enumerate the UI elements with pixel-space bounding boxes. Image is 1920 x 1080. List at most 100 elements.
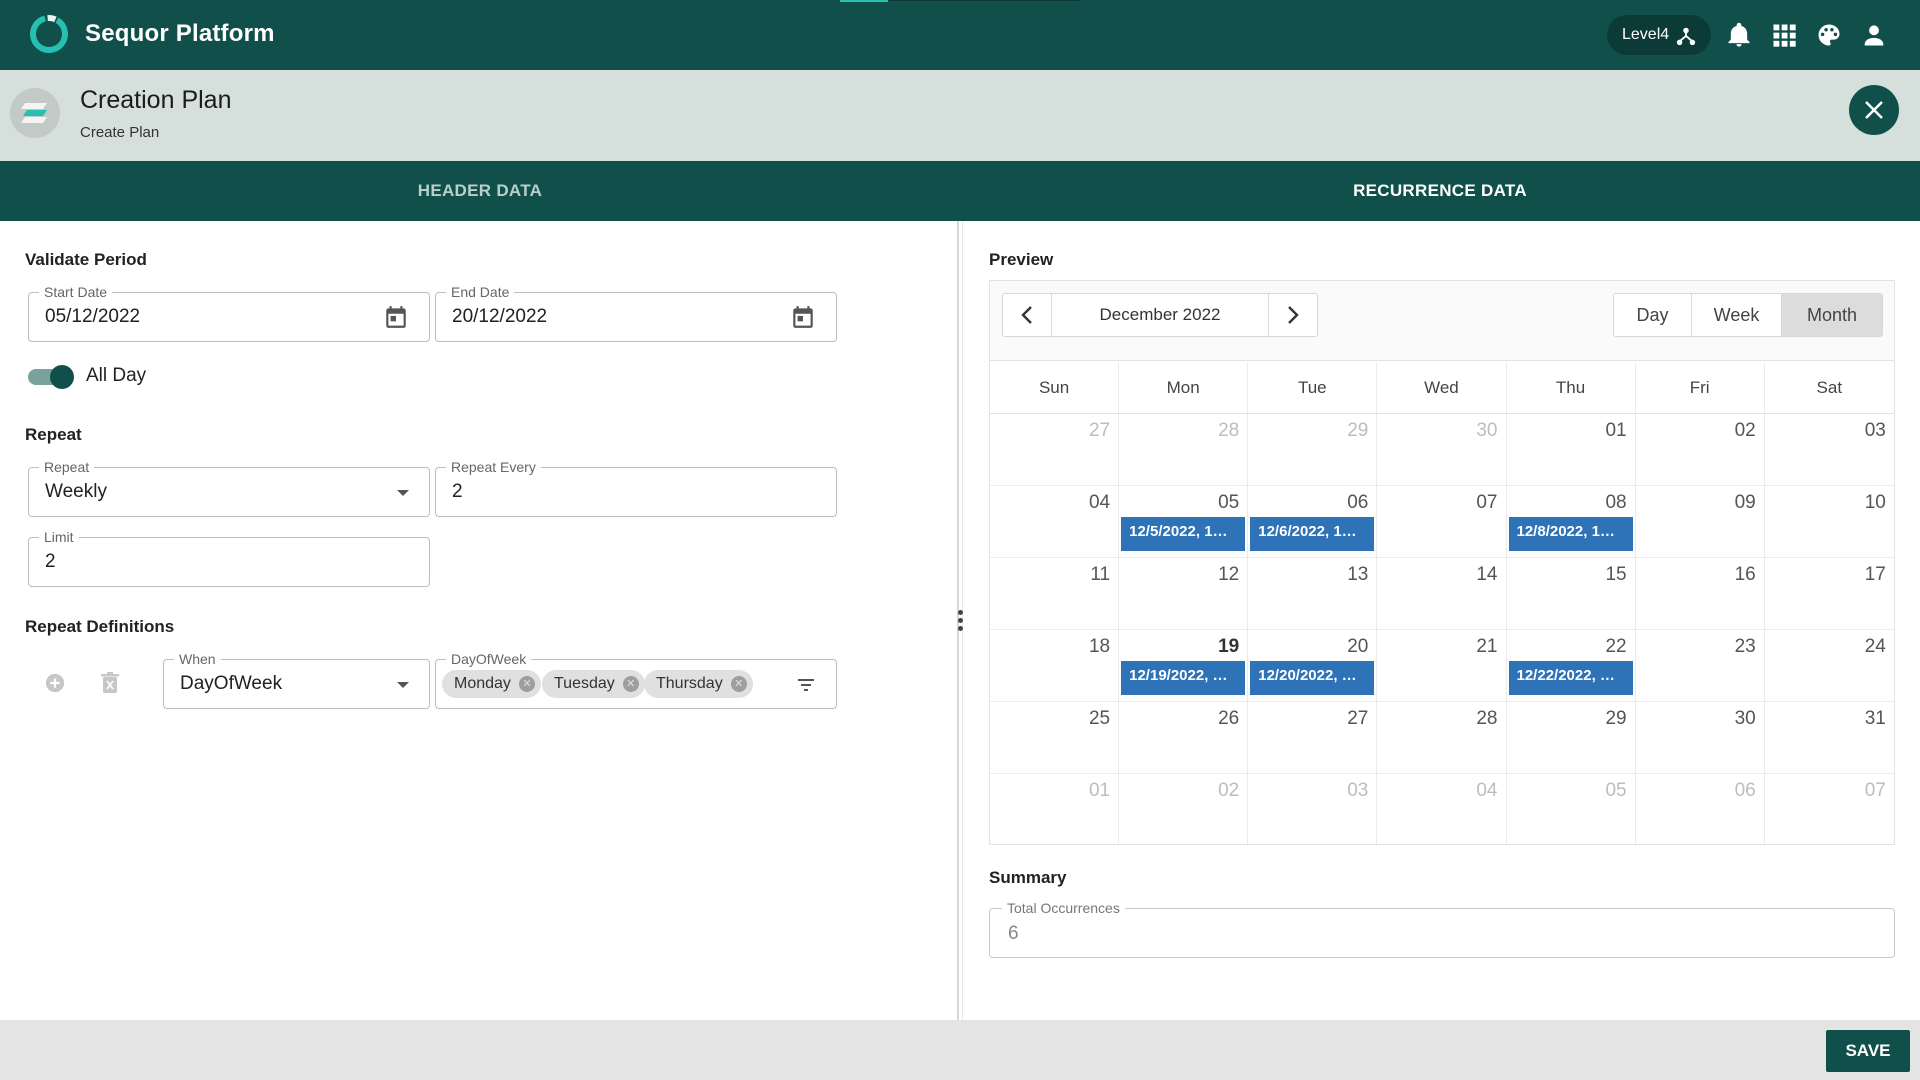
notifications-bell-icon[interactable] xyxy=(1725,21,1753,49)
day-of-week-label: DayOfWeek xyxy=(446,651,532,667)
day-number: 07 xyxy=(1864,780,1886,801)
resize-handle-icon[interactable] xyxy=(958,610,964,634)
palette-icon[interactable] xyxy=(1815,21,1843,49)
chip-tuesday[interactable]: Tuesday ✕ xyxy=(542,670,645,698)
day-cell[interactable]: 27 xyxy=(990,414,1120,485)
start-date-label: Start Date xyxy=(39,284,113,300)
day-cell[interactable]: 03 xyxy=(1248,774,1378,846)
day-cell[interactable]: 16 xyxy=(1636,558,1765,629)
day-number: 28 xyxy=(1476,708,1498,729)
day-of-week-multiselect[interactable]: DayOfWeek Monday ✕ Tuesday ✕ Thursday ✕ xyxy=(435,651,837,709)
previous-month-button[interactable] xyxy=(1003,294,1051,336)
day-cell[interactable]: 27 xyxy=(1248,702,1378,773)
day-cell[interactable]: 24 xyxy=(1765,630,1894,701)
day-cell[interactable]: 06 xyxy=(1636,774,1765,846)
day-cell[interactable]: 20 12/20/2022, … xyxy=(1248,630,1378,701)
day-cell[interactable]: 06 12/6/2022, 1… xyxy=(1248,486,1378,557)
limit-input[interactable]: Limit 2 xyxy=(28,529,430,587)
all-day-toggle[interactable] xyxy=(28,364,76,389)
view-day-button[interactable]: Day xyxy=(1614,294,1692,336)
view-week-button[interactable]: Week xyxy=(1692,294,1782,336)
day-number: 03 xyxy=(1347,780,1369,801)
day-cell[interactable]: 07 xyxy=(1765,774,1894,846)
occurrence-event[interactable]: 12/5/2022, 1… xyxy=(1121,517,1246,551)
end-date-value: 20/12/2022 xyxy=(452,306,548,327)
footer-bar: SAVE xyxy=(0,1020,1920,1080)
when-select[interactable]: When DayOfWeek xyxy=(163,651,430,709)
tab-header-data[interactable]: HEADER DATA xyxy=(0,161,960,221)
day-cell[interactable]: 29 xyxy=(1507,702,1636,773)
tab-recurrence-data[interactable]: RECURRENCE DATA xyxy=(960,161,1920,221)
day-cell[interactable]: 10 xyxy=(1765,486,1894,557)
day-cell[interactable]: 12 xyxy=(1119,558,1249,629)
day-cell[interactable]: 03 xyxy=(1765,414,1894,485)
close-button[interactable] xyxy=(1849,85,1899,135)
next-month-button[interactable] xyxy=(1269,294,1317,336)
chip-label: Tuesday xyxy=(554,675,615,692)
day-cell[interactable]: 15 xyxy=(1507,558,1636,629)
day-cell[interactable]: 01 xyxy=(1507,414,1636,485)
day-cell[interactable]: 31 xyxy=(1765,702,1894,773)
day-cell[interactable]: 28 xyxy=(1119,414,1249,485)
day-cell[interactable]: 28 xyxy=(1377,702,1507,773)
calendar-icon[interactable] xyxy=(383,304,409,330)
day-cell[interactable]: 23 xyxy=(1636,630,1765,701)
chip-remove-icon[interactable]: ✕ xyxy=(730,676,747,692)
occurrence-event[interactable]: 12/19/2022, … xyxy=(1121,661,1246,695)
day-cell[interactable]: 02 xyxy=(1119,774,1249,846)
day-cell[interactable]: 11 xyxy=(990,558,1120,629)
day-cell[interactable]: 22 12/22/2022, … xyxy=(1507,630,1636,701)
day-cell[interactable]: 26 xyxy=(1119,702,1249,773)
apps-grid-icon[interactable] xyxy=(1770,21,1798,49)
day-cell[interactable]: 17 xyxy=(1765,558,1894,629)
user-account-icon[interactable] xyxy=(1860,21,1888,49)
repeat-select[interactable]: Repeat Weekly xyxy=(28,459,430,517)
week-row: 04 05 12/5/2022, 1… 06 12/6/2022, 1… 07 08 12/8… xyxy=(990,486,1894,558)
level-selector[interactable]: Level4 xyxy=(1607,15,1711,55)
occurrence-event[interactable]: 12/22/2022, … xyxy=(1508,661,1633,695)
day-cell[interactable]: 13 xyxy=(1248,558,1378,629)
day-cell[interactable]: 02 xyxy=(1636,414,1765,485)
start-date-field[interactable]: Start Date 05/12/2022 xyxy=(28,284,430,342)
day-cell[interactable]: 05 12/5/2022, 1… xyxy=(1119,486,1249,557)
end-date-field[interactable]: End Date 20/12/2022 xyxy=(435,284,837,342)
day-cell[interactable]: 04 xyxy=(990,486,1120,557)
day-cell[interactable]: 19 12/19/2022, … xyxy=(1119,630,1249,701)
weekday-header: Sun xyxy=(990,362,1120,413)
chip-thursday[interactable]: Thursday ✕ xyxy=(644,670,753,698)
day-cell[interactable]: 08 12/8/2022, 1… xyxy=(1507,486,1636,557)
chip-remove-icon[interactable]: ✕ xyxy=(518,676,535,692)
day-number: 04 xyxy=(1476,780,1498,801)
view-month-button[interactable]: Month xyxy=(1782,294,1882,336)
day-cell[interactable]: 30 xyxy=(1377,414,1507,485)
day-cell[interactable]: 14 xyxy=(1377,558,1507,629)
delete-trash-icon[interactable] xyxy=(100,672,120,694)
day-number: 13 xyxy=(1347,564,1369,585)
chip-remove-icon[interactable]: ✕ xyxy=(622,676,639,692)
day-cell[interactable]: 09 xyxy=(1636,486,1765,557)
week-row: 25 26 27 28 29 30 31 xyxy=(990,702,1894,774)
day-cell[interactable]: 04 xyxy=(1377,774,1507,846)
day-cell[interactable]: 30 xyxy=(1636,702,1765,773)
day-cell[interactable]: 21 xyxy=(1377,630,1507,701)
add-circle-icon[interactable] xyxy=(44,672,66,694)
occurrence-event[interactable]: 12/8/2022, 1… xyxy=(1508,517,1633,551)
repeat-every-input[interactable]: Repeat Every 2 xyxy=(435,459,837,517)
occurrence-event[interactable]: 12/20/2022, … xyxy=(1250,661,1375,695)
filter-list-icon[interactable] xyxy=(796,675,816,695)
day-cell[interactable]: 07 xyxy=(1377,486,1507,557)
weekday-header: Thu xyxy=(1507,362,1636,413)
view-switcher: Day Week Month xyxy=(1613,293,1883,337)
day-cell[interactable]: 25 xyxy=(990,702,1120,773)
weekday-header: Tue xyxy=(1248,362,1378,413)
day-cell[interactable]: 01 xyxy=(990,774,1120,846)
calendar-icon[interactable] xyxy=(790,304,816,330)
day-number: 28 xyxy=(1218,420,1240,441)
day-cell[interactable]: 29 xyxy=(1248,414,1378,485)
occurrence-event[interactable]: 12/6/2022, 1… xyxy=(1250,517,1375,551)
day-number: 07 xyxy=(1476,492,1498,513)
day-cell[interactable]: 18 xyxy=(990,630,1120,701)
day-cell[interactable]: 05 xyxy=(1507,774,1636,846)
save-button[interactable]: SAVE xyxy=(1826,1030,1910,1072)
chip-monday[interactable]: Monday ✕ xyxy=(442,670,541,698)
